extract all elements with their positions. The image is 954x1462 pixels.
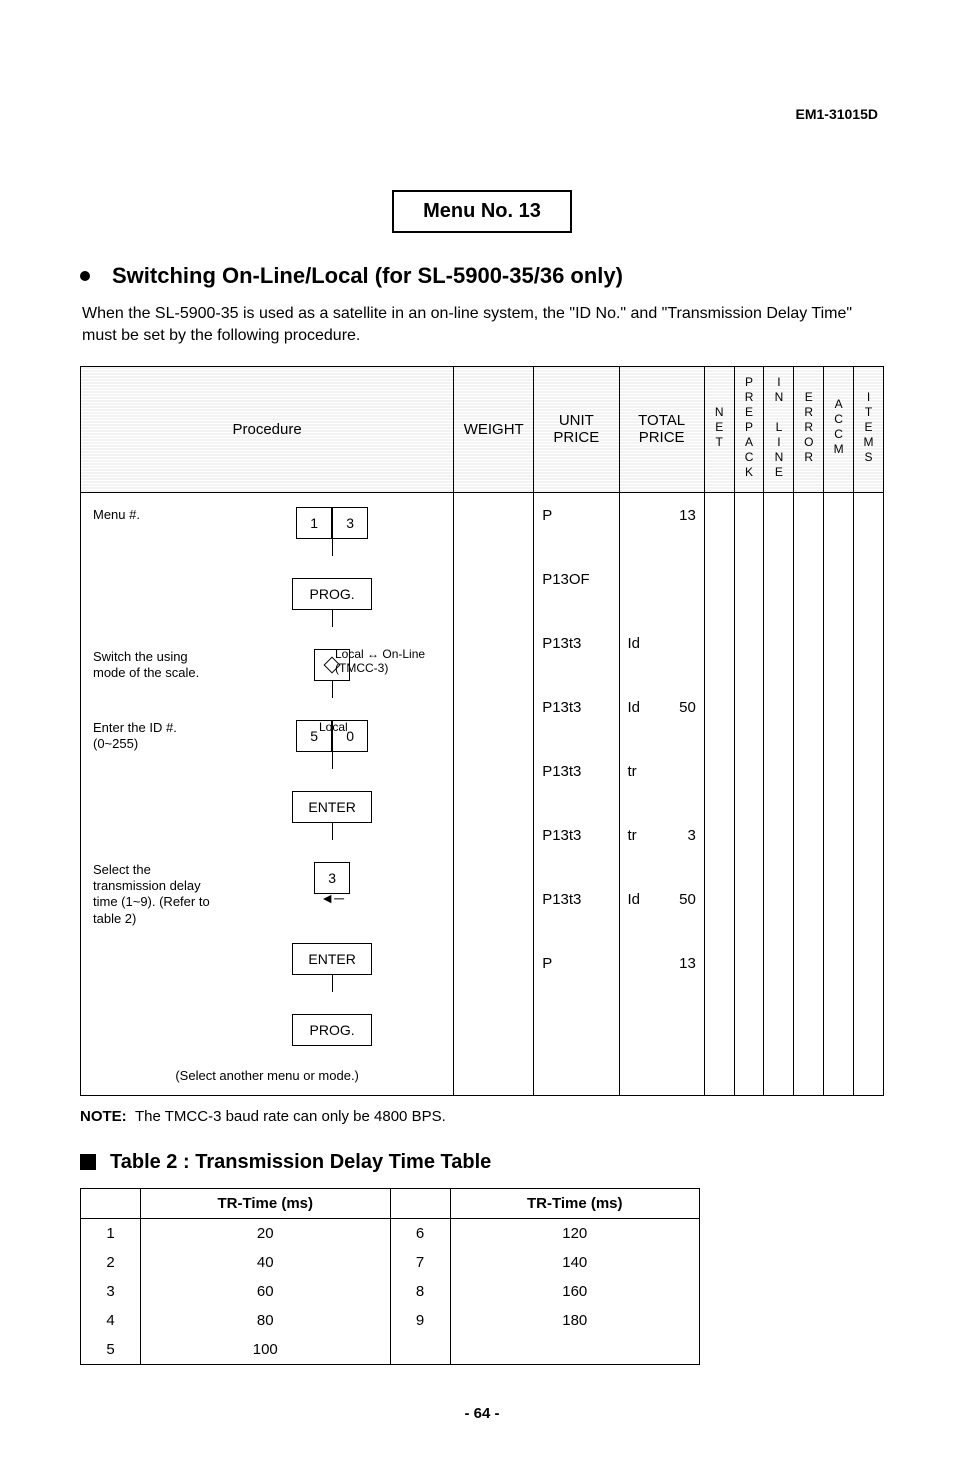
col-weight: WEIGHT: [454, 366, 534, 492]
inline-col-cell: [764, 492, 794, 1095]
square-icon: [80, 1154, 96, 1170]
table-body-row: Menu #. 1 3 PROG.: [81, 492, 884, 1095]
table2-heading: Table 2 : Transmission Delay Time Table: [80, 1151, 884, 1174]
section-heading: Switching On-Line/Local (for SL-5900-35/…: [80, 263, 884, 289]
key-enter-2: ENTER: [292, 943, 372, 975]
unit-price-values: P P13OF P13t3 P13t3 P13t3 P13t3 P13t3 P: [542, 507, 610, 985]
step-3-label: Switch the using mode of the scale.: [93, 649, 223, 682]
step-3: Switch the using mode of the scale. Loca…: [93, 649, 441, 698]
page-number: - 64 -: [80, 1405, 884, 1422]
key-prog: PROG.: [292, 578, 372, 610]
delay-row: 1 2 3 4 5 20 40 60 80 100: [81, 1218, 700, 1364]
section-title: Switching On-Line/Local (for SL-5900-35/…: [112, 263, 623, 289]
col-error: ERROR: [794, 366, 824, 492]
prepack-col-cell: [734, 492, 764, 1095]
key-1: 1: [296, 507, 332, 539]
step-6: Select the transmission delay time (1~9)…: [93, 862, 441, 927]
total-price-values: 13 Id Id50 tr tr3 Id50 13: [628, 507, 696, 985]
note-line: NOTE: The TMCC-3 baud rate can only be 4…: [80, 1108, 884, 1125]
step-2: PROG.: [93, 578, 441, 627]
step-6-label: Select the transmission delay time (1~9)…: [93, 862, 223, 927]
step-1-label: Menu #.: [93, 507, 223, 523]
total-price-col-cell: 13 Id Id50 tr tr3 Id50 13: [619, 492, 704, 1095]
delay-table: TR-Time (ms) TR-Time (ms) 1 2 3 4 5: [80, 1188, 700, 1365]
step-3-annotation: Local ↔ On-Line(TMCC-3): [335, 647, 425, 676]
net-col-cell: [704, 492, 734, 1095]
step-4: Enter the ID #. (0~255) Local 5 0: [93, 720, 441, 769]
weight-col-cell: [454, 492, 534, 1095]
unit-price-col-cell: P P13OF P13t3 P13t3 P13t3 P13t3 P13t3 P: [534, 492, 619, 1095]
delay-header-row: TR-Time (ms) TR-Time (ms): [81, 1188, 700, 1218]
step-4-annotation: Local: [319, 720, 348, 734]
menu-number-box: Menu No. 13: [392, 190, 572, 233]
col-prepack: PREPACK: [734, 366, 764, 492]
key-prog-2: PROG.: [292, 1014, 372, 1046]
intro-paragraph: When the SL-5900-35 is used as a satelli…: [82, 303, 884, 348]
key-3: 3: [332, 507, 368, 539]
col-net: NET: [704, 366, 734, 492]
accm-col-cell: [824, 492, 854, 1095]
procedure-footer-note: (Select another menu or mode.): [93, 1068, 441, 1083]
delay-header-2: TR-Time (ms): [450, 1188, 700, 1218]
document-id: EM1-31015D: [796, 106, 879, 122]
procedure-steps-cell: Menu #. 1 3 PROG.: [81, 492, 454, 1095]
step-8: PROG.: [93, 1014, 441, 1062]
key-enter: ENTER: [292, 791, 372, 823]
step-4-label: Enter the ID #. (0~255): [93, 720, 223, 753]
step-7: ENTER: [93, 943, 441, 992]
col-procedure: Procedure: [81, 366, 454, 492]
step-1: Menu #. 1 3: [93, 507, 441, 556]
col-unit-price: UNIT PRICE: [534, 366, 619, 492]
table-header-row: Procedure WEIGHT UNIT PRICE TOTAL PRICE …: [81, 366, 884, 492]
page-root: EM1-31015D Menu No. 13 Switching On-Line…: [0, 0, 954, 1462]
error-col-cell: [794, 492, 824, 1095]
step-5: ENTER: [93, 791, 441, 840]
col-total-price: TOTAL PRICE: [619, 366, 704, 492]
procedure-table: Procedure WEIGHT UNIT PRICE TOTAL PRICE …: [80, 366, 884, 1096]
items-col-cell: [854, 492, 884, 1095]
delay-header-1: TR-Time (ms): [141, 1188, 391, 1218]
table2-title: Table 2 : Transmission Delay Time Table: [110, 1151, 491, 1174]
col-inline: IN LINE: [764, 366, 794, 492]
key-3b: 3: [314, 862, 350, 894]
arrow-left-icon: ◄─: [320, 893, 344, 903]
col-accm: ACCM: [824, 366, 854, 492]
bullet-icon: [80, 271, 90, 281]
col-items: ITEMS: [854, 366, 884, 492]
